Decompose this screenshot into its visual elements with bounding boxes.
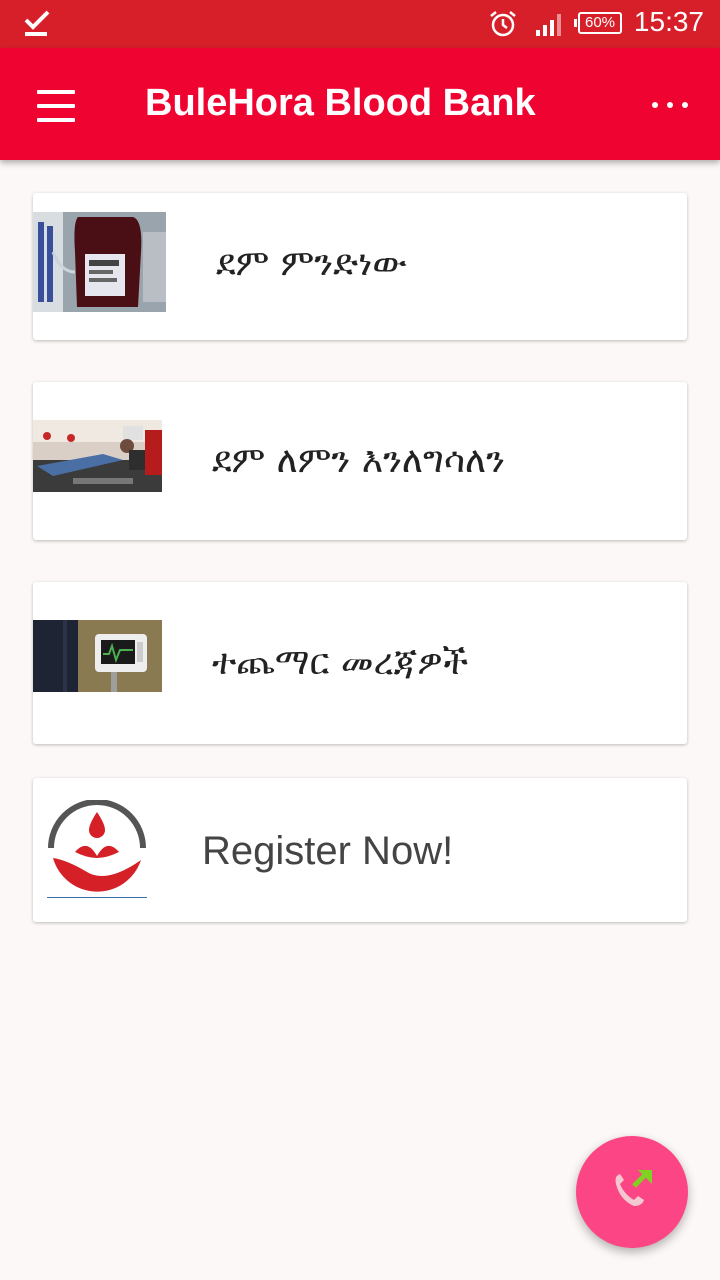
card-label: ደም ለምን እንለግሳለን <box>212 440 505 481</box>
call-fab[interactable] <box>576 1136 688 1248</box>
status-bar: 60% 15:37 <box>0 0 720 48</box>
menu-icon[interactable] <box>28 78 84 134</box>
card-what-is-blood[interactable]: ደም ምንድነው <box>33 193 687 340</box>
card-label: ደም ምንድነው <box>216 243 407 284</box>
app-title: BuleHora Blood Bank <box>145 82 536 124</box>
battery-level: 60% <box>584 14 616 31</box>
app-bar: BuleHora Blood Bank <box>0 48 720 160</box>
blood-donors-photo <box>33 420 162 492</box>
card-more-info[interactable]: ተጨማር መረጃዎች <box>33 582 687 744</box>
phone-call-icon <box>615 1170 652 1206</box>
card-label: Register Now! <box>202 829 454 873</box>
card-why-donate[interactable]: ደም ለምን እንለግሳለን <box>33 382 687 540</box>
battery-icon: 60% <box>574 12 622 34</box>
alarm-icon <box>490 11 516 37</box>
check-icon <box>24 10 50 36</box>
blood-bag-photo <box>33 212 166 312</box>
card-register-now[interactable]: Register Now! <box>33 778 687 922</box>
overflow-menu-icon[interactable] <box>648 82 698 126</box>
status-time: 15:37 <box>633 6 704 37</box>
card-label: ተጨማር መረጃዎች <box>212 642 469 683</box>
signal-icon <box>536 14 561 36</box>
medical-monitor-photo <box>33 620 162 692</box>
blood-bank-logo <box>47 800 147 900</box>
